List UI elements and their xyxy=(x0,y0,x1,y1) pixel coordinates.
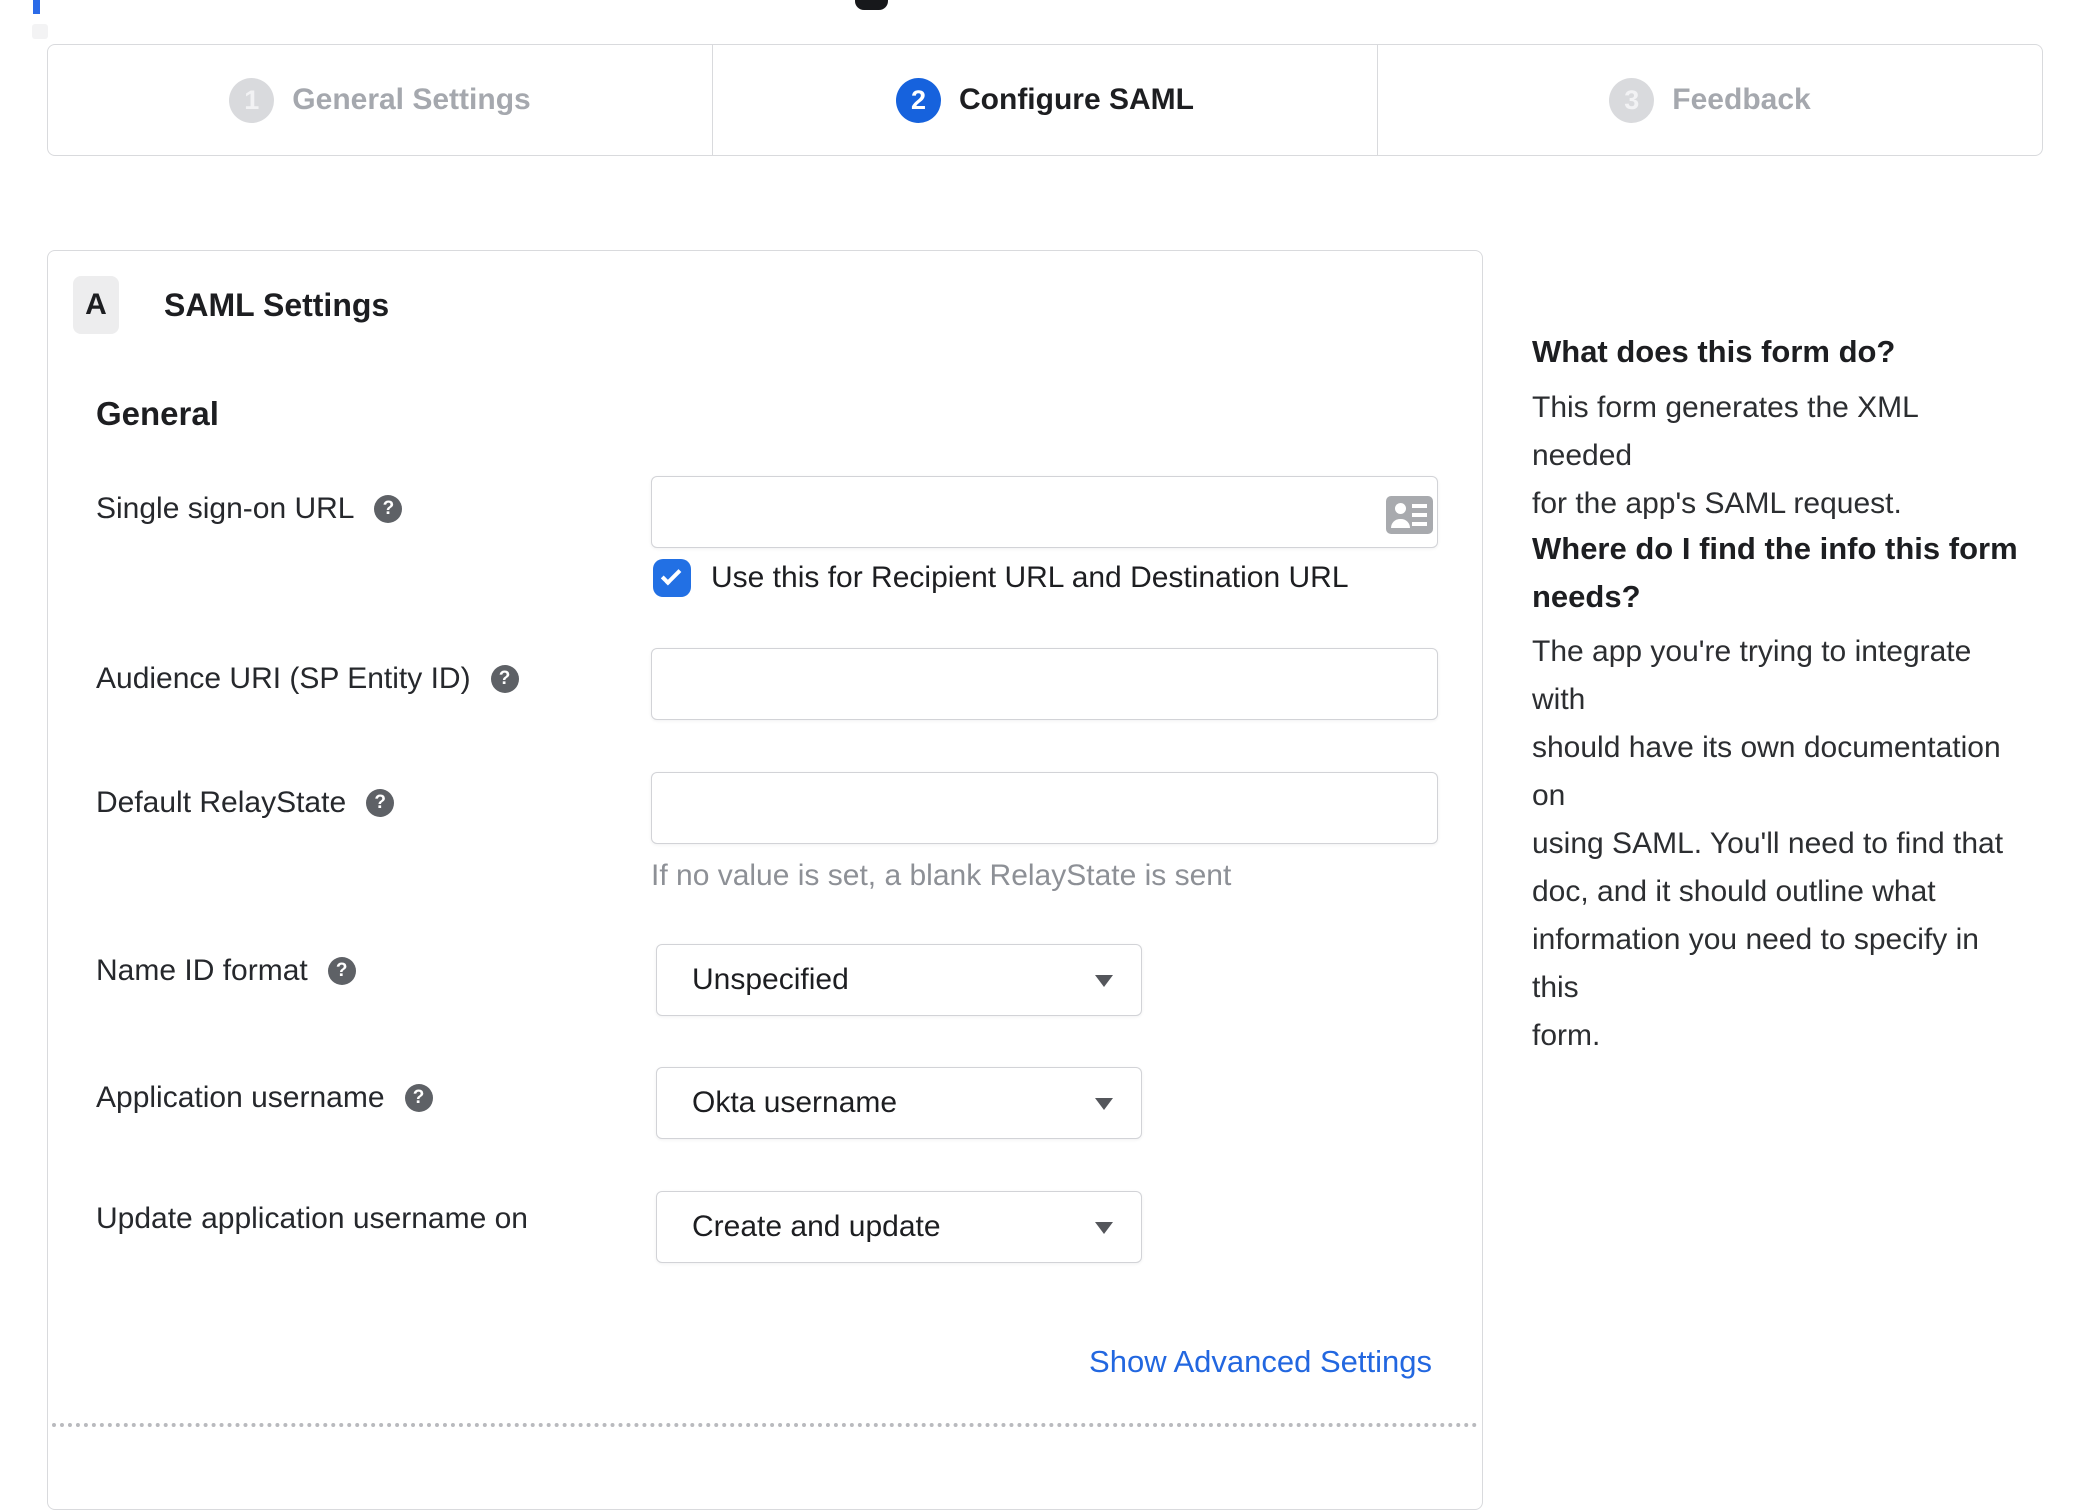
help-icon[interactable]: ? xyxy=(490,665,519,693)
audience-uri-label-row: Audience URI (SP Entity ID) ? xyxy=(96,662,519,696)
default-relaystate-label-row: Default RelayState ? xyxy=(96,786,395,820)
default-relaystate-input[interactable] xyxy=(651,772,1438,844)
cropped-header-fragment-blue xyxy=(33,0,40,14)
step-number-badge: 2 xyxy=(896,77,941,123)
single-sign-on-url-input[interactable] xyxy=(651,476,1438,548)
step-label: Feedback xyxy=(1672,83,1811,116)
step-feedback[interactable]: 3 Feedback xyxy=(1377,45,2042,155)
step-general-settings[interactable]: 1 General Settings xyxy=(48,45,712,155)
section-title: SAML Settings xyxy=(164,286,390,323)
name-id-format-label-row: Name ID format ? xyxy=(96,954,356,988)
step-number-badge: 3 xyxy=(1609,77,1655,123)
name-id-format-select[interactable]: Unspecified xyxy=(656,944,1142,1016)
help-icon[interactable]: ? xyxy=(366,789,395,817)
use-for-recipient-destination-label: Use this for Recipient URL and Destinati… xyxy=(711,561,1349,594)
application-username-label-row: Application username ? xyxy=(96,1081,433,1115)
show-advanced-settings-link[interactable]: Show Advanced Settings xyxy=(1089,1344,1432,1380)
contact-card-icon[interactable] xyxy=(1386,496,1433,534)
cropped-header-fragment-logo xyxy=(855,0,888,10)
chevron-down-icon xyxy=(1095,1222,1113,1234)
application-username-value: Okta username xyxy=(692,1086,898,1119)
contact-card-line xyxy=(1412,513,1427,517)
help-icon[interactable]: ? xyxy=(327,957,356,985)
contact-card-line xyxy=(1412,504,1427,508)
use-for-recipient-destination-checkbox[interactable] xyxy=(653,559,691,597)
sidebar-heading-where: Where do I find the info this form needs… xyxy=(1532,531,2018,614)
update-app-username-label: Update application username on xyxy=(96,1202,528,1235)
contact-card-head xyxy=(1395,503,1406,514)
chevron-down-icon xyxy=(1095,1098,1113,1110)
contact-card-body xyxy=(1391,519,1410,528)
saml-settings-panel: A SAML Settings General Single sign-on U… xyxy=(47,250,1483,1510)
cropped-header-fragment-gray xyxy=(32,24,48,39)
update-app-username-select[interactable]: Create and update xyxy=(656,1191,1142,1263)
audience-uri-label: Audience URI (SP Entity ID) xyxy=(96,662,471,695)
sso-url-label-row: Single sign-on URL ? xyxy=(96,492,403,526)
general-group-heading: General xyxy=(96,395,219,432)
application-username-select[interactable]: Okta username xyxy=(656,1067,1142,1139)
step-configure-saml[interactable]: 2 Configure SAML xyxy=(712,45,1377,155)
step-label: General Settings xyxy=(292,83,531,116)
contact-card-line xyxy=(1412,522,1427,526)
wizard-stepper: 1 General Settings 2 Configure SAML 3 Fe… xyxy=(47,44,2043,156)
chevron-down-icon xyxy=(1095,975,1113,987)
help-icon[interactable]: ? xyxy=(374,495,403,523)
checkmark-icon xyxy=(660,564,681,586)
dotted-section-divider xyxy=(52,1423,1478,1427)
default-relaystate-label: Default RelayState xyxy=(96,786,347,819)
relaystate-hint: If no value is set, a blank RelayState i… xyxy=(651,859,1232,892)
audience-uri-input[interactable] xyxy=(651,648,1438,720)
name-id-format-value: Unspecified xyxy=(692,963,849,996)
update-app-username-value: Create and update xyxy=(692,1210,941,1243)
sidebar-body-what: This form generates the XML needed for t… xyxy=(1532,391,1918,520)
section-a-badge: A xyxy=(73,276,119,334)
step-number-badge: 1 xyxy=(229,77,275,123)
panel-header: A SAML Settings xyxy=(73,276,389,334)
sidebar-body-where: The app you're trying to integrate with … xyxy=(1532,635,2004,1052)
sso-url-label: Single sign-on URL xyxy=(96,492,355,525)
name-id-format-label: Name ID format xyxy=(96,954,308,987)
step-label: Configure SAML xyxy=(959,83,1194,116)
application-username-label: Application username xyxy=(96,1081,385,1114)
update-app-username-label-row: Update application username on xyxy=(96,1202,528,1236)
sidebar-heading-what: What does this form do? xyxy=(1532,334,1896,369)
help-icon[interactable]: ? xyxy=(404,1084,433,1112)
